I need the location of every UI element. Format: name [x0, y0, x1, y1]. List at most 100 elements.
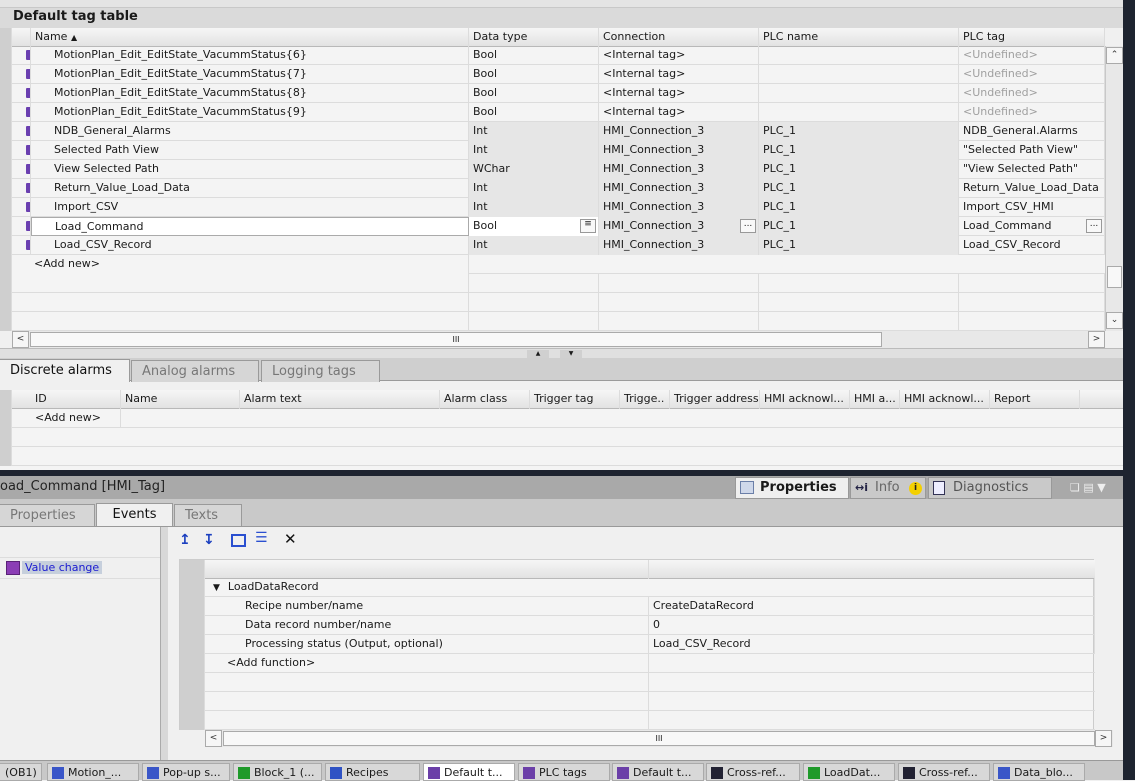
expand-arrow-icon[interactable]: ▼ [213, 583, 220, 593]
function-row[interactable]: Data record number/name 0 [180, 616, 1095, 635]
cell-data-type[interactable]: WChar [469, 160, 599, 179]
cell-plc-tag[interactable]: Import_CSV_HMI [959, 198, 1105, 217]
cell-plc-tag[interactable]: "Selected Path View" [959, 141, 1105, 160]
param-value[interactable]: CreateDataRecord [649, 597, 1095, 616]
cell-connection[interactable]: HMI_Connection_3 [599, 141, 759, 160]
table-row[interactable]: Load_CSV_Record Int HMI_Connection_3 PLC_1 L… [0, 236, 1105, 255]
row-handle[interactable] [0, 141, 12, 160]
cell-name[interactable]: Load_CSV_Record [31, 236, 469, 255]
cell-plc-name[interactable] [759, 65, 959, 84]
tab-inspector-properties[interactable]: Properties [735, 477, 849, 499]
cell-connection[interactable]: HMI_Connection_3 [599, 179, 759, 198]
tab-logging-tags[interactable]: Logging tags [261, 360, 380, 382]
cell-plc-name[interactable]: PLC_1 [759, 198, 959, 217]
alarm-col-header[interactable]: ID [31, 390, 121, 409]
alarm-add-new[interactable]: <Add new> [31, 409, 121, 428]
tab-discrete-alarms[interactable]: Discrete alarms [0, 359, 130, 382]
table-row[interactable]: Load_Command Bool ≡ HMI_Connection_3... PLC_… [0, 217, 1105, 236]
taskbar-item[interactable]: Default t... [423, 763, 515, 781]
tag-table-vscrollbar[interactable]: ⌃ ⌄ [1105, 46, 1123, 331]
list-icon[interactable]: ☰ [255, 530, 268, 546]
row-handle[interactable] [0, 84, 12, 103]
cell-connection[interactable]: HMI_Connection_3 [599, 122, 759, 141]
cell-data-type[interactable]: Int [469, 236, 599, 255]
cell-connection[interactable]: <Internal tag> [599, 46, 759, 65]
cell-data-type[interactable]: Bool ≡ [469, 217, 599, 236]
cell-name[interactable]: View Selected Path [31, 160, 469, 179]
cell-data-type[interactable]: Int [469, 179, 599, 198]
cell-plc-tag[interactable]: <Undefined> [959, 84, 1105, 103]
tab-inspector-info[interactable]: ↔i Info i [850, 477, 926, 499]
cell-name[interactable]: NDB_General_Alarms [31, 122, 469, 141]
browse-button[interactable]: ... [740, 219, 756, 233]
scroll-up-button[interactable]: ⌃ [1106, 47, 1123, 64]
cell-name[interactable]: MotionPlan_Edit_EditState_VacummStatus{6… [31, 46, 469, 65]
cell-plc-name[interactable]: PLC_1 [759, 122, 959, 141]
splitter-up-icon[interactable]: ▲ [527, 350, 549, 358]
cell-connection[interactable]: <Internal tag> [599, 84, 759, 103]
row-handle[interactable] [0, 103, 12, 122]
cell-name[interactable]: MotionPlan_Edit_EditState_VacummStatus{9… [31, 103, 469, 122]
row-handle[interactable] [0, 65, 12, 84]
tab-events[interactable]: Events [96, 503, 173, 526]
taskbar-item[interactable]: Motion_... [47, 763, 139, 781]
cell-data-type[interactable]: Bool [469, 65, 599, 84]
taskbar-item[interactable]: Pop-up s... [142, 763, 230, 781]
function-row[interactable] [180, 673, 1095, 692]
cell-data-type[interactable]: Int [469, 122, 599, 141]
taskbar-item[interactable]: LoadDat... [803, 763, 895, 781]
splitter-down-icon[interactable]: ▼ [560, 350, 582, 358]
alarm-col-header[interactable]: Trigger tag [530, 390, 620, 409]
function-row[interactable]: Recipe number/name CreateDataRecord [180, 597, 1095, 616]
move-up-icon[interactable]: ↥ [179, 532, 191, 548]
scroll-right-button[interactable]: > [1095, 730, 1112, 747]
cell-plc-tag[interactable]: NDB_General.Alarms [959, 122, 1105, 141]
row-handle[interactable] [0, 46, 12, 65]
table-row[interactable]: Return_Value_Load_Data Int HMI_Connection_… [0, 179, 1105, 198]
row-handle[interactable] [0, 236, 12, 255]
splitter[interactable]: ▲ ▼ [0, 348, 1123, 358]
function-row[interactable]: ▼ LoadDataRecord [180, 578, 1095, 597]
row-handle[interactable] [0, 217, 12, 236]
cell-plc-tag[interactable]: Return_Value_Load_Data [959, 179, 1105, 198]
type-picker-icon[interactable]: ≡ [580, 219, 596, 233]
function-row[interactable] [180, 692, 1095, 711]
cell-plc-name[interactable] [759, 103, 959, 122]
delete-icon[interactable]: ✕ [284, 530, 297, 548]
move-down-icon[interactable]: ↧ [203, 532, 215, 548]
cell-plc-name[interactable]: PLC_1 [759, 236, 959, 255]
tab-analog-alarms[interactable]: Analog alarms [131, 360, 259, 382]
cell-name[interactable]: MotionPlan_Edit_EditState_VacummStatus{8… [31, 84, 469, 103]
table-row[interactable]: Import_CSV Int HMI_Connection_3 PLC_1 Import… [0, 198, 1105, 217]
cell-name[interactable]: Load_Command [31, 217, 469, 236]
cell-connection[interactable]: HMI_Connection_3... [599, 217, 759, 236]
alarm-col-header[interactable]: Alarm text [240, 390, 440, 409]
taskbar-item[interactable]: PLC tags [518, 763, 610, 781]
tab-properties[interactable]: Properties [0, 504, 95, 526]
cell-plc-tag[interactable]: <Undefined> [959, 103, 1105, 122]
col-header-plc-name[interactable]: PLC name [759, 28, 959, 47]
scroll-right-button[interactable]: > [1088, 331, 1105, 348]
table-row[interactable]: NDB_General_Alarms Int HMI_Connection_3 PLC… [0, 122, 1105, 141]
tab-texts[interactable]: Texts [174, 504, 242, 526]
table-row-add-new[interactable]: <Add new> [0, 255, 1105, 274]
row-handle[interactable] [0, 122, 12, 141]
add-function[interactable]: <Add function> [205, 654, 649, 673]
alarm-col-header[interactable]: HMI acknowl... [900, 390, 990, 409]
cell-connection[interactable]: HMI_Connection_3 [599, 198, 759, 217]
cell-connection[interactable]: HMI_Connection_3 [599, 236, 759, 255]
function-row[interactable] [180, 711, 1095, 730]
insert-group-icon[interactable] [231, 534, 246, 547]
cell-plc-tag[interactable]: "View Selected Path" [959, 160, 1105, 179]
browse-button[interactable]: ... [1086, 219, 1102, 233]
param-value[interactable]: Load_CSV_Record [649, 635, 1095, 654]
col-header-connection[interactable]: Connection [599, 28, 759, 47]
inspector-splitter[interactable] [160, 527, 168, 760]
taskbar-item[interactable]: Default t... [612, 763, 704, 781]
cell-data-type[interactable]: Int [469, 198, 599, 217]
cell-plc-name[interactable]: PLC_1 [759, 160, 959, 179]
cell-data-type[interactable]: Bool [469, 46, 599, 65]
alarm-col-header[interactable]: HMI acknowl... [760, 390, 850, 409]
taskbar-item[interactable]: (OB1) [0, 763, 42, 781]
window-controls-icon[interactable]: ❏ ▤ ▼ [1070, 481, 1106, 494]
